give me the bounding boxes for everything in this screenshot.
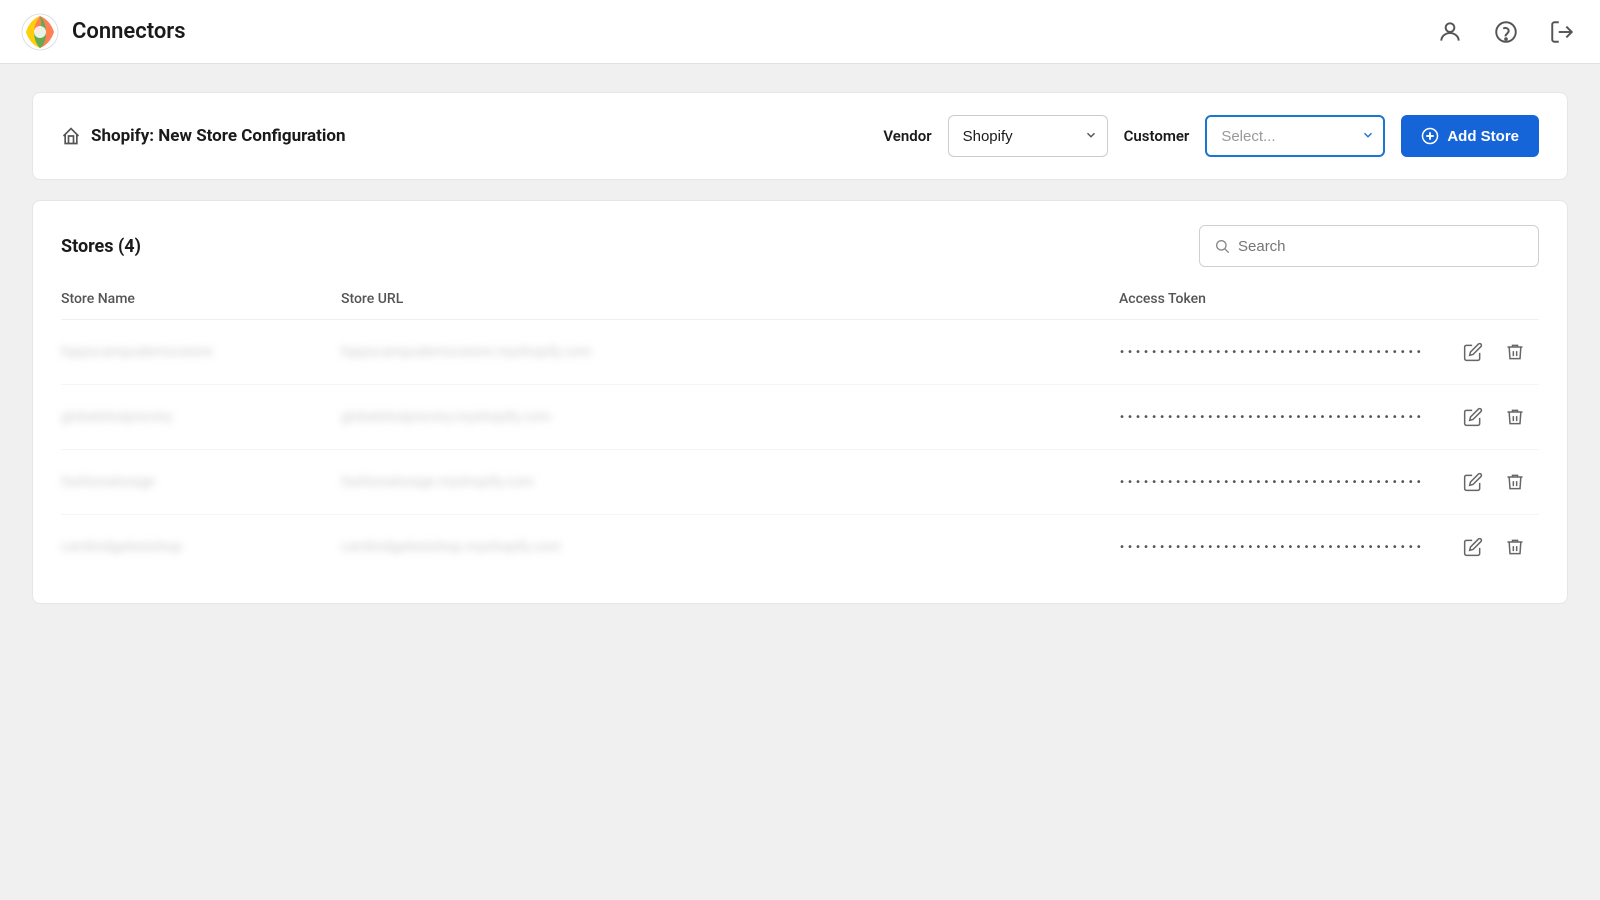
access-token-cell: •••••••••••••••••••••••••••••••••••••• [1119, 347, 1459, 358]
store-url-cell: globalshutprecery.myshopify.com [341, 409, 1119, 425]
trash-icon [1505, 472, 1525, 492]
app-title: Connectors [72, 19, 186, 44]
header-left: Connectors [20, 12, 186, 52]
vendor-label: Vendor [883, 127, 931, 145]
table-row: cambridgetestshop cambridgetestshop.mysh… [61, 515, 1539, 579]
stores-table: Store Name Store URL Access Token hippoc… [61, 291, 1539, 579]
config-title: Shopify: New Store Configuration [91, 126, 346, 146]
stores-panel: Stores (4) Store Name Store URL Access T… [32, 200, 1568, 604]
home-icon [61, 126, 81, 146]
app-logo [20, 12, 60, 52]
logout-button[interactable] [1544, 14, 1580, 50]
user-icon [1437, 19, 1463, 45]
edit-icon [1463, 407, 1483, 427]
stores-header: Stores (4) [61, 225, 1539, 267]
customer-select[interactable]: Select... [1205, 115, 1385, 157]
trash-icon [1505, 407, 1525, 427]
edit-button[interactable] [1459, 533, 1487, 561]
config-controls: Vendor Shopify WooCommerce Magento Custo… [883, 115, 1539, 157]
table-row: globalshutprecery globalshutprecery.mysh… [61, 385, 1539, 450]
store-url-cell: hippocampudemovstore.myshopify.com [341, 344, 1119, 360]
add-store-button[interactable]: Add Store [1401, 115, 1539, 157]
store-name-cell: fashionatorage [61, 474, 341, 490]
edit-button[interactable] [1459, 338, 1487, 366]
store-name-cell: globalshutprecery [61, 409, 341, 425]
user-button[interactable] [1432, 14, 1468, 50]
table-row: hippocampudemovstore hippocampudemovstor… [61, 320, 1539, 385]
store-name-cell: hippocampudemovstore [61, 344, 341, 360]
row-actions [1459, 403, 1539, 431]
store-name-cell: cambridgetestshop [61, 539, 341, 555]
col-actions [1459, 291, 1539, 307]
edit-icon [1463, 472, 1483, 492]
customer-label: Customer [1124, 127, 1190, 145]
table-header: Store Name Store URL Access Token [61, 291, 1539, 320]
vendor-select[interactable]: Shopify WooCommerce Magento [948, 115, 1108, 157]
row-actions [1459, 533, 1539, 561]
row-actions [1459, 338, 1539, 366]
app-header: Connectors [0, 0, 1600, 64]
table-row: fashionatorage fashionatorage.myshopify.… [61, 450, 1539, 515]
edit-button[interactable] [1459, 468, 1487, 496]
store-url-cell: cambridgetestshop.myshopify.com [341, 539, 1119, 555]
access-token-cell: •••••••••••••••••••••••••••••••••••••• [1119, 412, 1459, 423]
logout-icon [1549, 19, 1575, 45]
config-breadcrumb: Shopify: New Store Configuration [61, 126, 863, 146]
vendor-select-wrapper: Shopify WooCommerce Magento [948, 115, 1108, 157]
col-store-name: Store Name [61, 291, 341, 307]
access-token-cell: •••••••••••••••••••••••••••••••••••••• [1119, 542, 1459, 553]
store-url-cell: fashionatorage.myshopify.com [341, 474, 1119, 490]
col-store-url: Store URL [341, 291, 1119, 307]
search-input[interactable] [1238, 238, 1524, 255]
trash-icon [1505, 537, 1525, 557]
delete-button[interactable] [1501, 533, 1529, 561]
header-right [1432, 14, 1580, 50]
add-store-label: Add Store [1447, 128, 1519, 145]
search-box[interactable] [1199, 225, 1539, 267]
edit-icon [1463, 342, 1483, 362]
access-token-cell: •••••••••••••••••••••••••••••••••••••• [1119, 477, 1459, 488]
delete-button[interactable] [1501, 403, 1529, 431]
trash-icon [1505, 342, 1525, 362]
edit-button[interactable] [1459, 403, 1487, 431]
config-panel: Shopify: New Store Configuration Vendor … [32, 92, 1568, 180]
delete-button[interactable] [1501, 338, 1529, 366]
help-button[interactable] [1488, 14, 1524, 50]
col-access-token: Access Token [1119, 291, 1459, 307]
row-actions [1459, 468, 1539, 496]
search-icon [1214, 238, 1230, 254]
delete-button[interactable] [1501, 468, 1529, 496]
customer-select-wrapper: Select... [1205, 115, 1385, 157]
help-icon [1493, 19, 1519, 45]
stores-title: Stores (4) [61, 236, 141, 257]
edit-icon [1463, 537, 1483, 557]
main-content: Shopify: New Store Configuration Vendor … [0, 64, 1600, 900]
plus-icon [1421, 127, 1439, 145]
